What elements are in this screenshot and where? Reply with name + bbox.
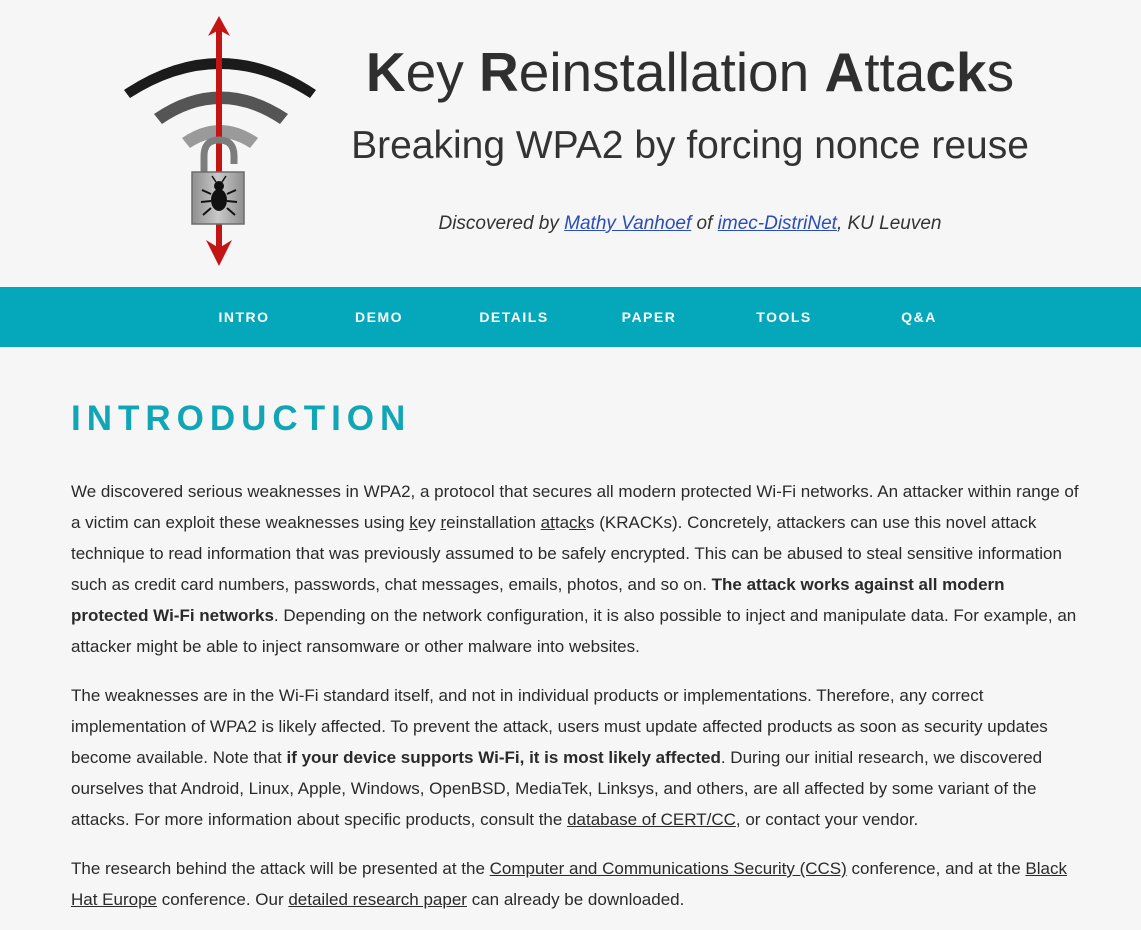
- credits-suffix: , KU Leuven: [836, 213, 942, 234]
- title-segment: A: [824, 41, 865, 103]
- title-segment: K: [365, 41, 406, 103]
- title-segment: s: [986, 41, 1015, 103]
- title-segment: R: [479, 41, 519, 103]
- ccs-link[interactable]: Computer and Communications Security (CC…: [490, 859, 847, 878]
- title-part: Key Reinstallation Attacks: [366, 41, 1014, 103]
- p3-text-a: The research behind the attack will be p…: [71, 859, 490, 878]
- title-segment: ey: [405, 41, 480, 103]
- section-heading-introduction: INTRODUCTION: [71, 399, 412, 438]
- krack-logo-icon: [124, 16, 316, 266]
- p1-ta: ta: [554, 513, 570, 532]
- nav-details[interactable]: DETAILS: [448, 309, 580, 325]
- paper-link[interactable]: detailed research paper: [288, 890, 467, 909]
- main-nav: INTRO DEMO DETAILS PAPER TOOLS Q&A: [0, 287, 1141, 347]
- site-header: Key Reinstallation Attacks Breaking WPA2…: [0, 0, 1141, 287]
- page-title: Key Reinstallation Attacks: [326, 40, 1054, 104]
- p1-at: at: [540, 513, 555, 532]
- p3-text-c: conference. Our: [157, 890, 289, 909]
- p1-k: k: [409, 513, 418, 532]
- intro-paragraph-2: The weaknesses are in the Wi-Fi standard…: [71, 680, 1084, 835]
- nav-demo[interactable]: DEMO: [313, 309, 445, 325]
- credits-prefix: Discovered by: [438, 213, 565, 234]
- title-segment: ck: [925, 41, 987, 103]
- p3-text-d: can already be downloaded.: [466, 890, 685, 909]
- nav-paper[interactable]: PAPER: [583, 309, 715, 325]
- p1-ck: ck: [569, 513, 587, 532]
- main-content: INTRODUCTION We discovered serious weakn…: [0, 399, 1141, 915]
- nav-intro[interactable]: INTRO: [178, 309, 310, 325]
- author-link[interactable]: Mathy Vanhoef: [564, 213, 691, 234]
- title-segment: einstallation: [518, 41, 825, 103]
- page-subtitle: Breaking WPA2 by forcing nonce reuse: [351, 124, 1029, 167]
- title-segment: tta: [864, 41, 926, 103]
- intro-paragraph-1: We discovered serious weaknesses in WPA2…: [71, 476, 1084, 662]
- intro-paragraph-3: The research behind the attack will be p…: [71, 853, 1084, 915]
- cert-cc-link[interactable]: database of CERT/CC: [567, 810, 736, 829]
- credits-middle: of: [691, 213, 718, 234]
- p1-ey: ey: [417, 513, 441, 532]
- nav-qa[interactable]: Q&A: [853, 309, 985, 325]
- org-link[interactable]: imec-DistriNet: [718, 213, 837, 234]
- p3-text-b: conference, and at the: [846, 859, 1026, 878]
- nav-tools[interactable]: TOOLS: [718, 309, 850, 325]
- p2-text-c: , or contact your vendor.: [735, 810, 919, 829]
- credits-line: Discovered by Mathy Vanhoef of imec-Dist…: [326, 213, 1054, 235]
- p1-einstallation: einstallation: [446, 513, 541, 532]
- p2-bold: if your device supports Wi-Fi, it is mos…: [286, 748, 721, 767]
